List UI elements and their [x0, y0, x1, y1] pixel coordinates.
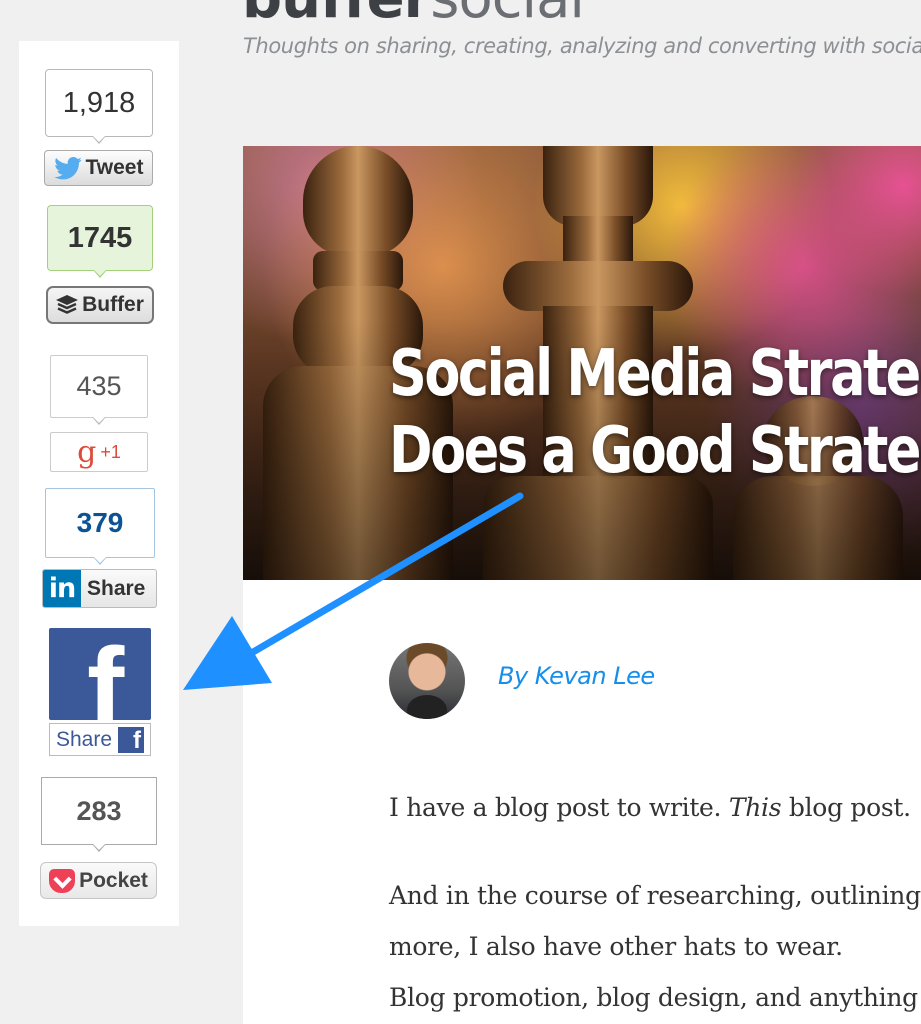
- linkedin-share-button[interactable]: in Share: [42, 569, 157, 608]
- pocket-label: Pocket: [79, 868, 148, 892]
- buffer-stack-icon: [56, 295, 79, 314]
- buffer-label: Buffer: [82, 293, 144, 316]
- tweet-label: Tweet: [85, 156, 144, 179]
- facebook-logo-letter: f: [87, 628, 125, 721]
- paragraph-2-line-3: Blog promotion, blog design, and anythin…: [389, 983, 918, 1012]
- article-title-line1: Social Media Strategy:: [389, 337, 921, 411]
- paragraph-1-emphasis: This: [728, 793, 782, 822]
- article-title-line2: Does a Good Strategy: [389, 414, 921, 488]
- google-plus-count: 435: [50, 355, 148, 418]
- pocket-icon: [49, 868, 76, 893]
- facebook-share-button[interactable]: Share f: [49, 723, 151, 756]
- google-g-icon: g: [77, 434, 97, 470]
- site-tagline: Thoughts on sharing, creating, analyzing…: [243, 34, 921, 58]
- paragraph-1: I have a blog post to write. This blog p…: [389, 782, 921, 833]
- linkedin-count: 379: [45, 488, 155, 558]
- author-avatar[interactable]: [389, 643, 465, 719]
- linkedin-icon: in: [43, 570, 81, 607]
- tweet-button[interactable]: Tweet: [44, 150, 153, 186]
- author-link[interactable]: By Kevan Lee: [498, 662, 655, 690]
- brand-bold: buffer: [242, 0, 431, 31]
- buffer-count: 1745: [47, 205, 153, 271]
- tweet-count: 1,918: [45, 69, 153, 137]
- google-plus-one-label: +1: [100, 441, 121, 462]
- hero-image: Social Media Strategy: Does a Good Strat…: [243, 146, 921, 580]
- paragraph-2-line-1: And in the course of researching, outlin…: [389, 881, 921, 910]
- site-logo[interactable]: buffersocial: [242, 0, 585, 31]
- paragraph-2-line-2: more, I also have other hats to wear.: [389, 932, 843, 961]
- google-plus-button[interactable]: g +1: [50, 432, 148, 472]
- article-body: I have a blog post to write. This blog p…: [389, 782, 921, 1023]
- paragraph-2: And in the course of researching, outlin…: [389, 870, 921, 1023]
- article-card: Social Media Strategy: Does a Good Strat…: [243, 146, 921, 1024]
- facebook-icon[interactable]: f: [49, 628, 151, 720]
- buffer-button[interactable]: Buffer: [46, 286, 154, 324]
- share-sidebar: 1,918 Tweet 1745 Buffer 435 g +1 379 in S…: [19, 41, 179, 926]
- brand-light: social: [430, 0, 585, 31]
- linkedin-share-label: Share: [87, 576, 146, 600]
- twitter-bird-icon: [53, 156, 82, 179]
- paragraph-1-part-b: blog post.: [781, 793, 911, 822]
- article-title: Social Media Strategy: Does a Good Strat…: [389, 336, 921, 490]
- pocket-count: 283: [41, 777, 157, 845]
- facebook-small-icon: f: [118, 726, 145, 753]
- facebook-share-label: Share: [55, 727, 113, 751]
- pocket-button[interactable]: Pocket: [40, 862, 157, 899]
- paragraph-1-part-a: I have a blog post to write.: [389, 793, 729, 822]
